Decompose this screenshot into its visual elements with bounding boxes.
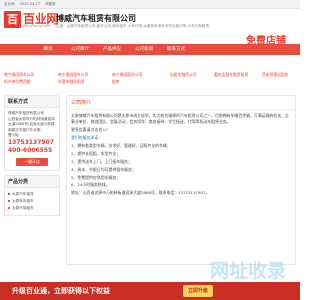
service-item: 2、提供长短租，车型齐全； [71, 150, 121, 156]
related-link[interactable]: 出租车融资公司 [170, 72, 197, 78]
intro-link[interactable]: 更多优惠请点击进入！ [71, 127, 291, 133]
product-category-item[interactable]: 太原商务租车 [8, 198, 56, 205]
nav-home[interactable]: 网页 [32, 44, 64, 55]
company-name: 博威汽车租赁有限公司 [56, 14, 136, 23]
address-line: 地址：山西省太原市万柏林街道迎泽大道2888号，联系电话：13753137907… [71, 190, 210, 196]
open-shop-button[interactable]: 一键开店 [16, 157, 48, 166]
related-links: 南宁贵园租车公司 南宁贵园租车公司 南宁贵园租车公司 出租车融资公司 重庆出租车… [0, 70, 300, 90]
top-bar: 百业网 2025-04-17 请登录 [0, 0, 300, 9]
nav-about[interactable]: 公司简介 [64, 44, 96, 55]
product-category-title: 产品分类 [5, 175, 59, 188]
upgrade-text: 升级百业通，立即获得以下权益 [12, 287, 110, 295]
left-sidebar: 联系方式 博威汽车租赁有限公司 山西省太原市万柏林街道迎泽大道2888号(迎泽大… [4, 95, 60, 220]
contact-hotline[interactable]: 400-6006555 [8, 147, 56, 155]
service-item: 5、免费提供应急用车服务； [71, 174, 121, 180]
service-item: 3、提供送车上门，上门接车服务； [71, 158, 132, 164]
date-text: 2025-04-17 [19, 2, 40, 6]
nav-products[interactable]: 产品供应 [96, 44, 128, 55]
related-link[interactable]: 机关单位费用租 [4, 79, 31, 85]
watermark-text: 网址收录 [210, 260, 287, 282]
upgrade-banner: 升级百业通，立即获得以下权益 立即升级 [0, 282, 300, 300]
service-item: 4、周末、节假日均可提供租车服务； [71, 166, 136, 172]
login-link[interactable]: 请登录 [45, 2, 56, 6]
service-item: 1、拥有各类型车辆，技术好、管理好、证照齐全的车辆； [71, 142, 171, 148]
related-link[interactable]: 西安贸营出租车 [262, 72, 289, 78]
intro-paragraph: 太原博威汽车租赁有限公司是太原市成立较早，实力较为雄厚的汽车租赁公司之一，目前拥… [71, 113, 289, 125]
contact-phone[interactable]: 13753137907 [8, 139, 56, 147]
product-category-item[interactable]: 太原汽车租赁 [8, 191, 56, 198]
product-category-item[interactable]: 太原代驾租车 [8, 205, 56, 212]
related-link[interactable]: 南宁贵园租车公司 [4, 72, 34, 78]
site-link[interactable]: 百业网 [4, 2, 15, 6]
product-category-panel: 产品分类 太原汽车租赁 太原商务租车 太原代驾租车 [4, 174, 60, 216]
contact-panel: 联系方式 博威汽车租赁有限公司 山西省太原市万柏林街道迎泽大道2888号(迎泽大… [4, 95, 60, 171]
company-intro-panel: 公司简介 太原博威汽车租赁有限公司是太原市成立较早，实力较为雄厚的汽车租赁公司之… [66, 95, 296, 265]
related-link[interactable]: 南宁贵园租车公司 [58, 72, 88, 78]
contact-address: 山西省太原市万柏林街道迎泽大道2888号(迎泽大道与新建南路交叉路口东北角) [8, 116, 55, 132]
related-link[interactable]: 东营市融资租赁 [58, 79, 85, 85]
logo-icon[interactable]: 百 [4, 11, 21, 28]
company-description: 主营：太原汽车租赁公司,租车公司,商务租车,小车代驾,太原商务用车专车出租代驾,… [56, 24, 211, 28]
logo-domain: baiyewang.com [23, 24, 51, 28]
contact-title: 联系方式 [5, 96, 59, 108]
related-link[interactable]: 租房 [112, 79, 120, 85]
service-title: 我们的服务承诺： [71, 135, 103, 141]
upgrade-button[interactable]: 立即升级 [183, 285, 213, 297]
related-link[interactable]: 重庆出租车融资租赁 [214, 72, 248, 78]
site-header: 百 百业网 baiyewang.com 博威汽车租赁有限公司 主营：太原汽车租赁… [0, 9, 300, 47]
related-link[interactable]: 南宁贵园租车公司 [112, 72, 142, 78]
nav-contact[interactable]: 联系方式 [160, 44, 192, 55]
service-item: 6、24小时服务热线。 [71, 182, 110, 188]
nav-news[interactable]: 公司新闻 [128, 44, 160, 55]
main-nav: 网页 公司简介 产品供应 公司新闻 联系方式 [0, 44, 300, 55]
company-intro-title: 公司简介 [67, 96, 295, 110]
